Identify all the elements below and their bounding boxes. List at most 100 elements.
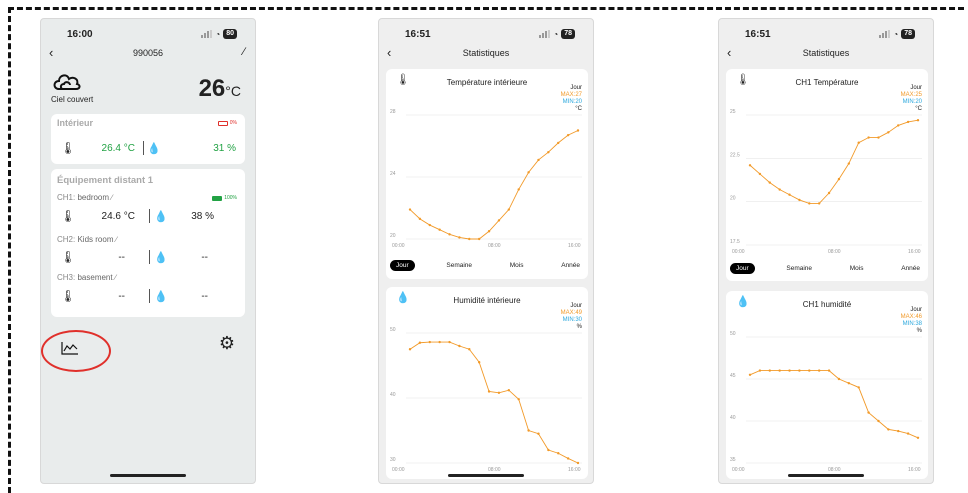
data-point [576, 129, 580, 132]
data-point [798, 369, 801, 372]
device-title: 990056 [132, 48, 164, 58]
signal-icon [879, 30, 891, 38]
cloud-icon [53, 74, 81, 90]
status-time: 16:51 [405, 29, 431, 40]
back-icon[interactable]: ‹ [49, 45, 53, 60]
tab-annee[interactable]: Année [895, 263, 926, 274]
ch3-temp: -- [118, 290, 125, 302]
nav-bar: ‹ 990056 ∕ [41, 45, 255, 63]
dashed-border-top [8, 7, 964, 10]
data-point [448, 340, 451, 344]
x-tick-label: 08:00 [488, 243, 501, 249]
data-point [428, 223, 431, 227]
data-point [887, 428, 890, 431]
temp-chart-panel: 🌡 Température intérieure Jour MAX:27 MIN… [386, 69, 588, 279]
data-point [487, 230, 491, 233]
data-point [468, 237, 471, 241]
data-point [877, 419, 880, 423]
data-point [517, 188, 520, 191]
ch1-readings: 🌡 24.6 °C 💧 38 % [51, 206, 245, 226]
drop-icon: 💧 [154, 210, 168, 223]
ch2-humidity: -- [201, 251, 208, 263]
wifi-icon: ◔ [215, 29, 221, 39]
signal-icon [201, 30, 213, 38]
data-point [808, 202, 811, 205]
tab-mois[interactable]: Mois [504, 260, 530, 271]
data-point [837, 177, 841, 181]
tab-mois[interactable]: Mois [844, 263, 870, 274]
data-point [547, 151, 550, 154]
data-point [887, 131, 890, 134]
outdoor-temp-value: 26 [198, 75, 226, 102]
gear-icon[interactable]: ⚙ [219, 333, 235, 354]
edit-icon[interactable]: ∕ [243, 46, 245, 58]
drop-icon: 💧 [154, 251, 168, 264]
tab-semaine[interactable]: Semaine [440, 260, 478, 271]
thermometer-icon: 🌡 [60, 209, 76, 223]
data-point [906, 120, 910, 124]
status-bar: 16:51 ◔ 78 [719, 29, 933, 45]
x-tick-label: 08:00 [828, 467, 841, 473]
remote-device-card[interactable]: Équipement distant 1 CH1: bedroom ∕ 100%… [51, 169, 245, 317]
y-tick-label: 30 [390, 457, 396, 463]
data-point [497, 391, 501, 394]
y-tick-label: 24 [390, 171, 396, 177]
data-point [566, 457, 570, 460]
battery-icon: 80 [223, 29, 237, 39]
data-point [817, 202, 821, 205]
edit-icon[interactable]: ∕ [116, 235, 117, 244]
tab-jour[interactable]: Jour [390, 260, 415, 271]
wifi-icon: ◔ [553, 29, 559, 39]
ch1-label[interactable]: CH1: bedroom ∕ [57, 193, 113, 202]
ch1-humidity-chart-panel: 💧 CH1 humidité Jour MAX:46 MIN:38 % 50 45… [726, 291, 928, 479]
data-point [458, 236, 461, 239]
ch3-label[interactable]: CH3: basement ∕ [57, 273, 116, 282]
data-point [428, 340, 431, 344]
nav-bar: ‹ Statistiques [719, 45, 933, 63]
data-point [507, 208, 511, 211]
data-point [768, 369, 771, 372]
x-tick-label: 08:00 [828, 249, 841, 255]
ch2-label[interactable]: CH2: Kids room ∕ [57, 235, 117, 244]
y-tick-label: 40 [390, 392, 396, 398]
ch1-battery-pct: 100% [224, 195, 237, 201]
back-icon[interactable]: ‹ [387, 45, 391, 60]
data-point [527, 429, 530, 432]
x-tick-label: 16:00 [908, 249, 921, 255]
weather-block: Ciel couvert [51, 71, 93, 104]
ch3-humidity: -- [201, 290, 208, 302]
page-title: Statistiques [802, 48, 850, 58]
edit-icon[interactable]: ∕ [111, 193, 112, 202]
battery-icon: 78 [561, 29, 575, 39]
y-tick-label: 20 [730, 196, 736, 202]
ch3-id: CH3: [57, 273, 76, 282]
data-point [566, 133, 570, 137]
home-indicator [448, 474, 524, 477]
y-tick-label: 22.5 [730, 152, 740, 158]
status-icons: ◔ 80 [201, 29, 237, 39]
status-time: 16:51 [745, 29, 771, 40]
outdoor-temp-unit: °C [225, 83, 241, 99]
back-icon[interactable]: ‹ [727, 45, 731, 60]
edit-icon[interactable]: ∕ [115, 273, 116, 282]
status-icons: ◔ 78 [539, 29, 575, 39]
tab-annee[interactable]: Année [555, 260, 586, 271]
indoor-battery-pct: 0% [229, 120, 237, 126]
data-point [408, 348, 412, 351]
status-icons: ◔ 78 [879, 29, 915, 39]
data-point [857, 141, 860, 144]
indoor-card[interactable]: Intérieur 0% 🌡 26.4 °C 💧 31 % [51, 114, 245, 164]
data-point [897, 429, 900, 433]
tab-semaine[interactable]: Semaine [780, 263, 818, 274]
phone-statistics-ch1: 16:51 ◔ 78 ‹ Statistiques 🌡 CH1 Températ… [718, 18, 934, 484]
tab-jour[interactable]: Jour [730, 263, 755, 274]
data-point [758, 369, 762, 372]
x-tick-label: 16:00 [568, 243, 581, 249]
page-title: Statistiques [462, 48, 510, 58]
data-point [748, 164, 752, 167]
data-point [778, 188, 781, 191]
ch2-name: Kids room [77, 235, 114, 244]
chart-icon[interactable] [61, 341, 79, 355]
data-point [408, 208, 412, 211]
data-point [857, 386, 860, 389]
